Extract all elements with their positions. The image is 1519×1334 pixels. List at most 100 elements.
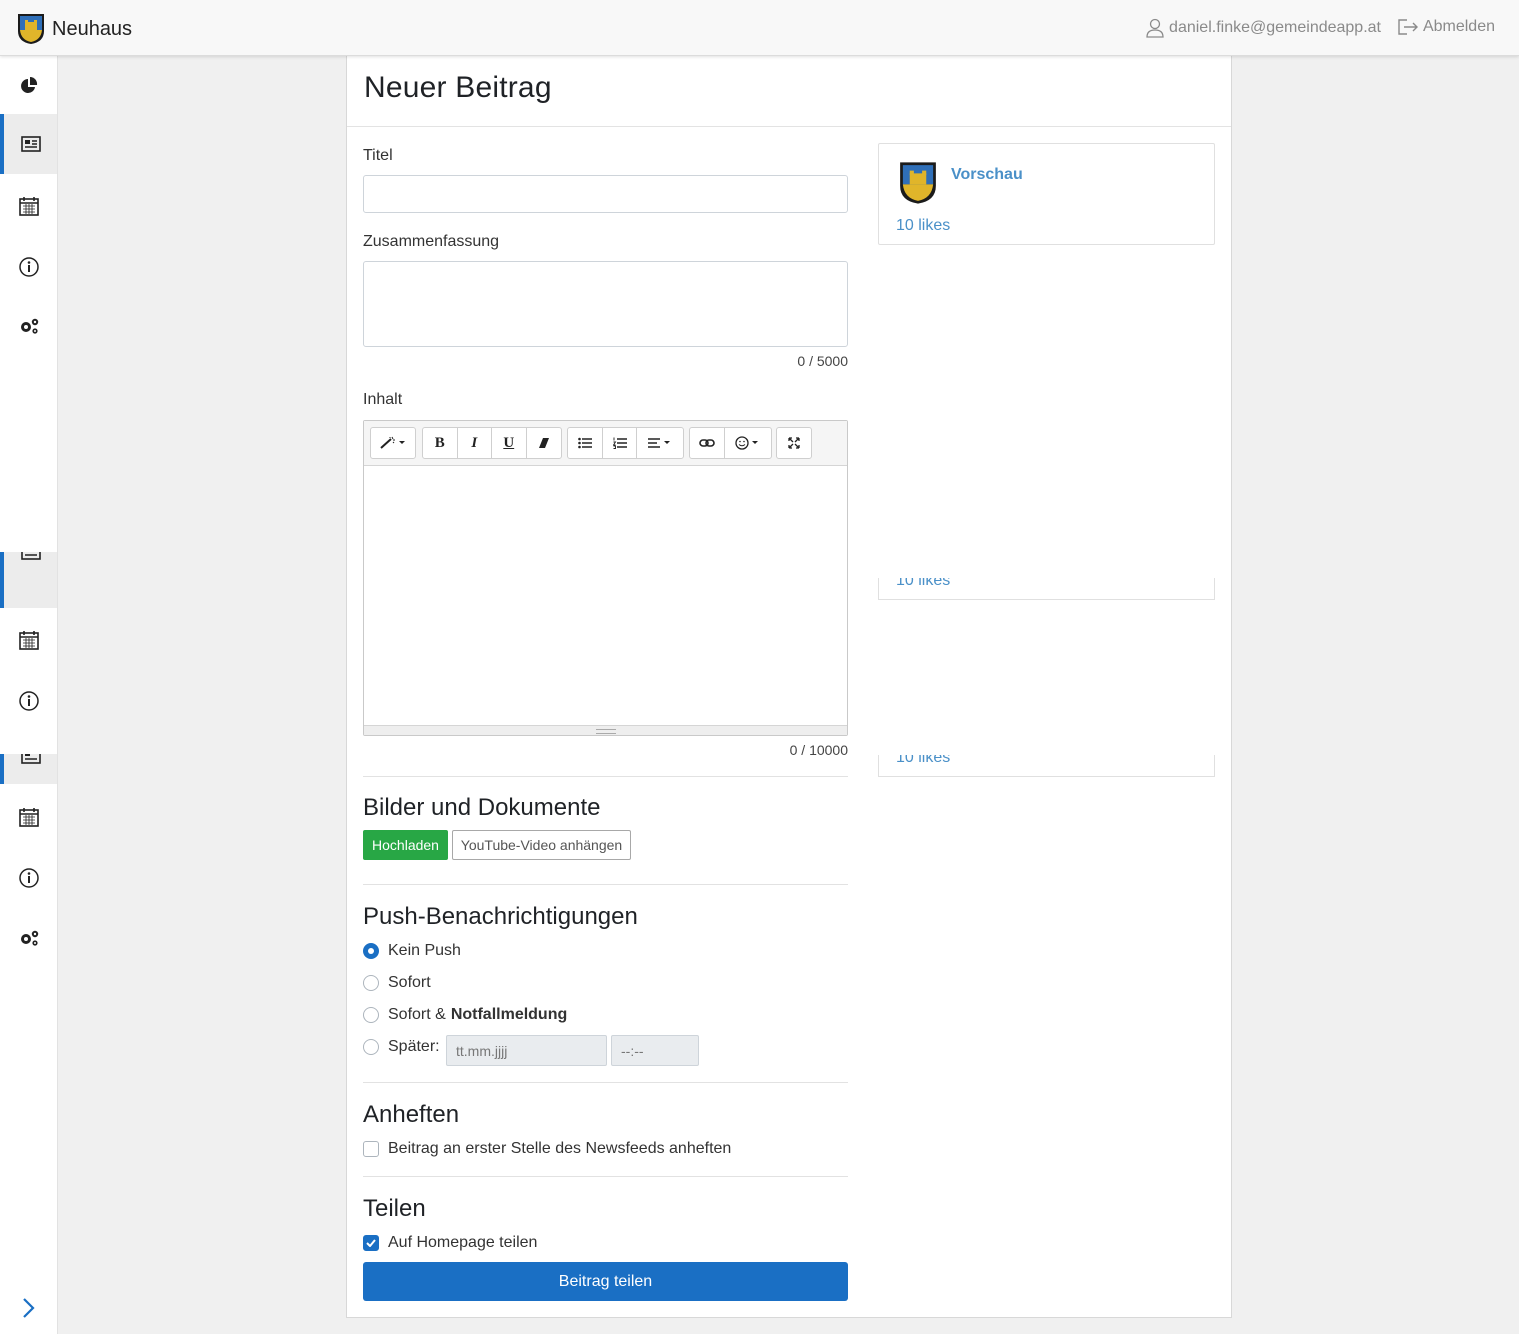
pin-checkbox[interactable]: Beitrag an erster Stelle des Newsfeeds a… [363, 1140, 731, 1158]
content-editor[interactable]: B I U [363, 420, 848, 736]
link-button[interactable] [690, 428, 725, 458]
push-date-input[interactable]: tt.mm.jjjj [446, 1035, 607, 1066]
municipal-crest-icon [900, 162, 936, 204]
underline-button[interactable]: U [492, 428, 527, 458]
italic-button[interactable]: I [458, 428, 492, 458]
sidebar-item-dashboard[interactable] [0, 56, 57, 116]
sidebar-item-settings[interactable] [0, 296, 57, 356]
info-icon [18, 257, 39, 277]
bullet-list-icon [578, 437, 592, 449]
link-icon [699, 439, 715, 447]
new-post-card: Neuer Beitrag Titel Zusammenfassung 0 / … [346, 56, 1232, 1318]
card-header: Neuer Beitrag [347, 56, 1231, 127]
sidebar-item-calendar-duplicate-2[interactable] [0, 787, 57, 847]
share-checkbox[interactable]: Auf Homepage teilen [363, 1234, 537, 1252]
ghost-likes: 10 likes [896, 755, 951, 766]
divider [363, 884, 848, 885]
sidebar-item-info[interactable] [0, 237, 57, 297]
calendar-icon [18, 808, 39, 827]
sidebar-item-calendar[interactable] [0, 176, 57, 236]
user-account[interactable]: daniel.finke@gemeindeapp.at [1145, 18, 1381, 38]
title-input[interactable] [363, 175, 848, 213]
clear-format-button[interactable] [527, 428, 561, 458]
checkbox-checked[interactable] [363, 1235, 379, 1251]
push-option-emergency[interactable]: Sofort & Notfallmeldung [363, 1006, 567, 1024]
pin-heading: Anheften [363, 1101, 460, 1128]
style-dropdown[interactable] [370, 427, 416, 459]
divider [363, 776, 848, 777]
ghost-likes: 10 likes [896, 578, 951, 589]
calendar-icon [18, 631, 39, 650]
settings-gears-icon [20, 318, 38, 334]
calendar-icon [18, 197, 39, 216]
radio[interactable] [363, 1007, 379, 1023]
bold-button[interactable]: B [423, 428, 458, 458]
text-format-group: B I U [422, 427, 562, 459]
logout-button[interactable]: Abmelden [1397, 18, 1495, 36]
pin-checkbox-label: Beitrag an erster Stelle des Newsfeeds a… [388, 1140, 732, 1157]
checkbox[interactable] [363, 1141, 379, 1157]
preview-card-ghost: 10 likes [878, 755, 1215, 777]
preview-title[interactable]: Vorschau [951, 166, 1023, 184]
logout-icon [1398, 19, 1418, 35]
content-label: Inhalt [363, 391, 403, 408]
radio-selected[interactable] [363, 943, 379, 959]
sidebar-item-news-duplicate-2[interactable] [0, 754, 57, 784]
emoji-dropdown[interactable] [725, 428, 771, 458]
top-bar: Neuhaus daniel.finke@gemeindeapp.at Abme… [0, 0, 1519, 56]
sidebar-item-news-duplicate[interactable] [0, 552, 57, 608]
numbered-list-button[interactable] [603, 428, 638, 458]
align-icon [648, 438, 671, 448]
divider [363, 1082, 848, 1083]
sidebar-item-info-duplicate[interactable] [0, 671, 57, 731]
share-heading: Teilen [363, 1195, 426, 1222]
radio[interactable] [363, 1039, 379, 1055]
title-label: Titel [363, 147, 393, 164]
content-counter: 0 / 10000 [789, 742, 848, 758]
editor-toolbar: B I U [364, 421, 847, 466]
insert-group [689, 427, 772, 459]
chevron-right-icon[interactable] [19, 1297, 37, 1319]
media-heading: Bilder und Dokumente [363, 794, 601, 821]
sidebar-item-news[interactable] [0, 114, 57, 174]
page-title: Neuer Beitrag [364, 71, 552, 104]
push-heading: Push-Benachrichtigungen [363, 903, 638, 930]
sidebar [0, 56, 58, 1334]
checkmark-icon [366, 1239, 376, 1247]
numbered-list-icon [612, 437, 627, 449]
youtube-button[interactable]: YouTube-Video anhängen [452, 830, 631, 860]
push-option-label: Sofort & [388, 1006, 446, 1023]
eraser-icon [538, 438, 549, 448]
push-time-input[interactable]: --:-- [611, 1035, 699, 1066]
sidebar-item-calendar-duplicate[interactable] [0, 610, 57, 670]
editor-resize-handle[interactable] [364, 725, 847, 735]
newspaper-icon [20, 136, 41, 152]
preview-card: Vorschau 10 likes [878, 143, 1215, 245]
municipal-crest-icon [18, 14, 44, 44]
sidebar-item-settings-duplicate[interactable] [0, 908, 57, 968]
brand[interactable]: Neuhaus [17, 13, 132, 45]
push-option-label: Später: [388, 1038, 440, 1055]
push-option-later[interactable]: Später: [363, 1038, 440, 1056]
summary-textarea[interactable] [363, 261, 848, 347]
style-button[interactable] [371, 428, 415, 458]
push-option-bold-label: Notfallmeldung [450, 1006, 568, 1023]
paragraph-group [567, 427, 684, 459]
fullscreen-button[interactable] [777, 428, 811, 458]
settings-gears-icon [20, 930, 38, 946]
summary-label: Zusammenfassung [363, 233, 500, 250]
push-option-label: Kein Push [388, 942, 461, 959]
info-icon [18, 868, 39, 888]
sidebar-item-info-duplicate-2[interactable] [0, 848, 57, 908]
user-icon [1146, 18, 1164, 38]
bullet-list-button[interactable] [568, 428, 603, 458]
newspaper-icon [20, 552, 41, 560]
upload-button[interactable]: Hochladen [363, 830, 448, 860]
push-option-none[interactable]: Kein Push [363, 942, 461, 960]
submit-post-button[interactable]: Beitrag teilen [363, 1262, 848, 1301]
radio[interactable] [363, 975, 379, 991]
view-group [776, 427, 812, 459]
push-option-immediate[interactable]: Sofort [363, 974, 431, 992]
push-option-label: Sofort [388, 974, 431, 991]
align-dropdown[interactable] [637, 428, 683, 458]
